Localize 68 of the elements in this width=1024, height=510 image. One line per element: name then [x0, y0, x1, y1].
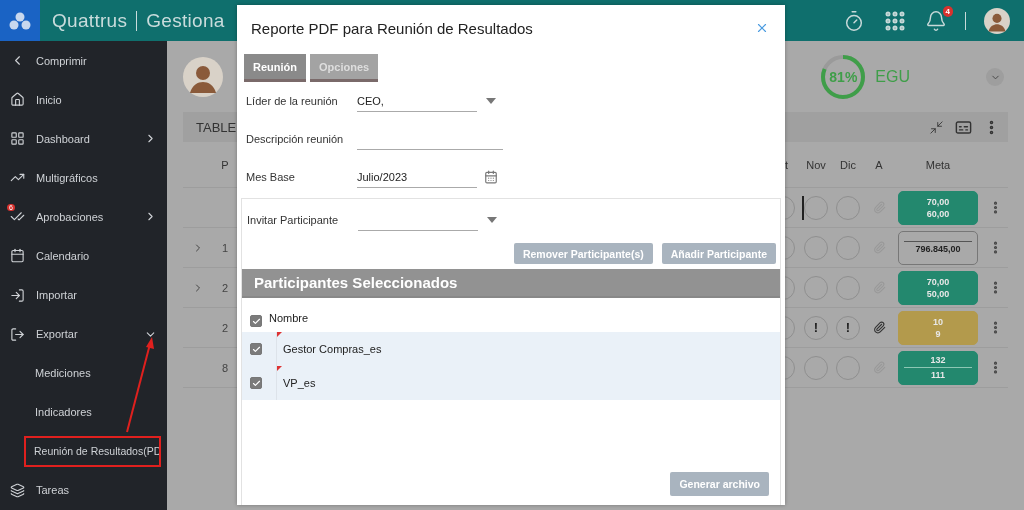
select-field[interactable]: CEO, [357, 90, 477, 112]
actual-value: 796.845,00 [915, 244, 961, 254]
score-percent: 81% [829, 69, 858, 85]
notification-count: 4 [942, 5, 953, 17]
attachment-icon[interactable] [872, 321, 886, 334]
export-icon [10, 326, 25, 342]
dropdown-caret-icon[interactable] [487, 217, 497, 223]
actual-value: 9 [935, 328, 941, 339]
column-header: Meta [894, 142, 982, 188]
calendar-icon[interactable] [484, 170, 498, 184]
home-icon [10, 92, 25, 108]
sidebar-item[interactable]: Dashboard [0, 119, 167, 159]
goal-value: 10 [933, 316, 943, 327]
sidebar-subitem[interactable]: Reunión de Resultados(PD [20, 431, 165, 471]
field-label: Mes Base [246, 171, 296, 183]
stopwatch-icon[interactable] [843, 9, 865, 32]
row-checkbox[interactable] [250, 343, 262, 355]
table-title: TABLE [196, 119, 238, 135]
actual-value: 50,00 [926, 288, 950, 299]
column-header: Dic [832, 142, 864, 188]
section-header: Participantes Seleccionados [242, 269, 780, 298]
table-cell: 1 [221, 241, 229, 254]
sidebar-item[interactable]: Comprimir [0, 41, 167, 81]
avatar [183, 57, 223, 97]
brand-name: Quattrus [52, 9, 128, 32]
layers-icon [10, 482, 25, 498]
field-label: Descripción reunión [246, 133, 345, 145]
participant-row[interactable]: VP_es [242, 366, 780, 400]
score-label: EGU [875, 68, 910, 86]
sidebar-item[interactable]: Tareas [0, 470, 167, 510]
table-cell: 2 [221, 281, 229, 294]
field-label: Líder de la reunión [246, 95, 339, 107]
column-header: Nov [800, 142, 832, 188]
sidebar-item[interactable]: Multigráficos [0, 158, 167, 198]
dialog-title: Reporte PDF para Reunión de Resultados [251, 19, 534, 37]
row-checkbox[interactable] [250, 377, 262, 389]
actual-value: 60,00 [926, 208, 950, 219]
sidebar-item[interactable]: Exportar [0, 314, 167, 354]
table-cell: 2 [221, 321, 229, 334]
text-cursor [802, 196, 804, 220]
column-header: Nombre [269, 312, 309, 324]
goal-value: 70,00 [926, 196, 950, 207]
column-header: A [864, 142, 894, 188]
field-label: Invitar Participante [247, 214, 340, 226]
collapse-icon[interactable] [929, 119, 944, 135]
participant-name: VP_es [276, 366, 316, 400]
sidebar-subitem[interactable]: Mediciones [0, 353, 167, 393]
close-button[interactable] [755, 21, 769, 35]
dashboard-icon [10, 131, 25, 147]
notification-bell-icon[interactable] [925, 9, 947, 32]
sidebar-item[interactable]: Importar [0, 275, 167, 315]
actual-value: 111 [931, 370, 945, 380]
select-all-checkbox[interactable] [250, 315, 262, 327]
goal-value: 132 [930, 355, 946, 365]
avatar [984, 7, 1010, 34]
dropdown-caret-icon[interactable] [486, 98, 496, 104]
import-icon [10, 287, 25, 303]
logo-icon [9, 11, 31, 30]
sidebar-item[interactable]: Calendario [0, 236, 167, 276]
goal-value: 70,00 [926, 276, 950, 287]
product-name: Gestiona [146, 9, 225, 32]
participant-row[interactable]: Gestor Compras_es [242, 332, 780, 366]
calendar-icon [10, 248, 25, 264]
sidebar-subitem[interactable]: Indicadores [0, 392, 167, 432]
sidebar-item[interactable]: Inicio [0, 80, 167, 120]
logo[interactable] [0, 0, 40, 41]
table-cell: 8 [221, 361, 229, 374]
date-field[interactable]: Julio/2023 [357, 166, 477, 188]
